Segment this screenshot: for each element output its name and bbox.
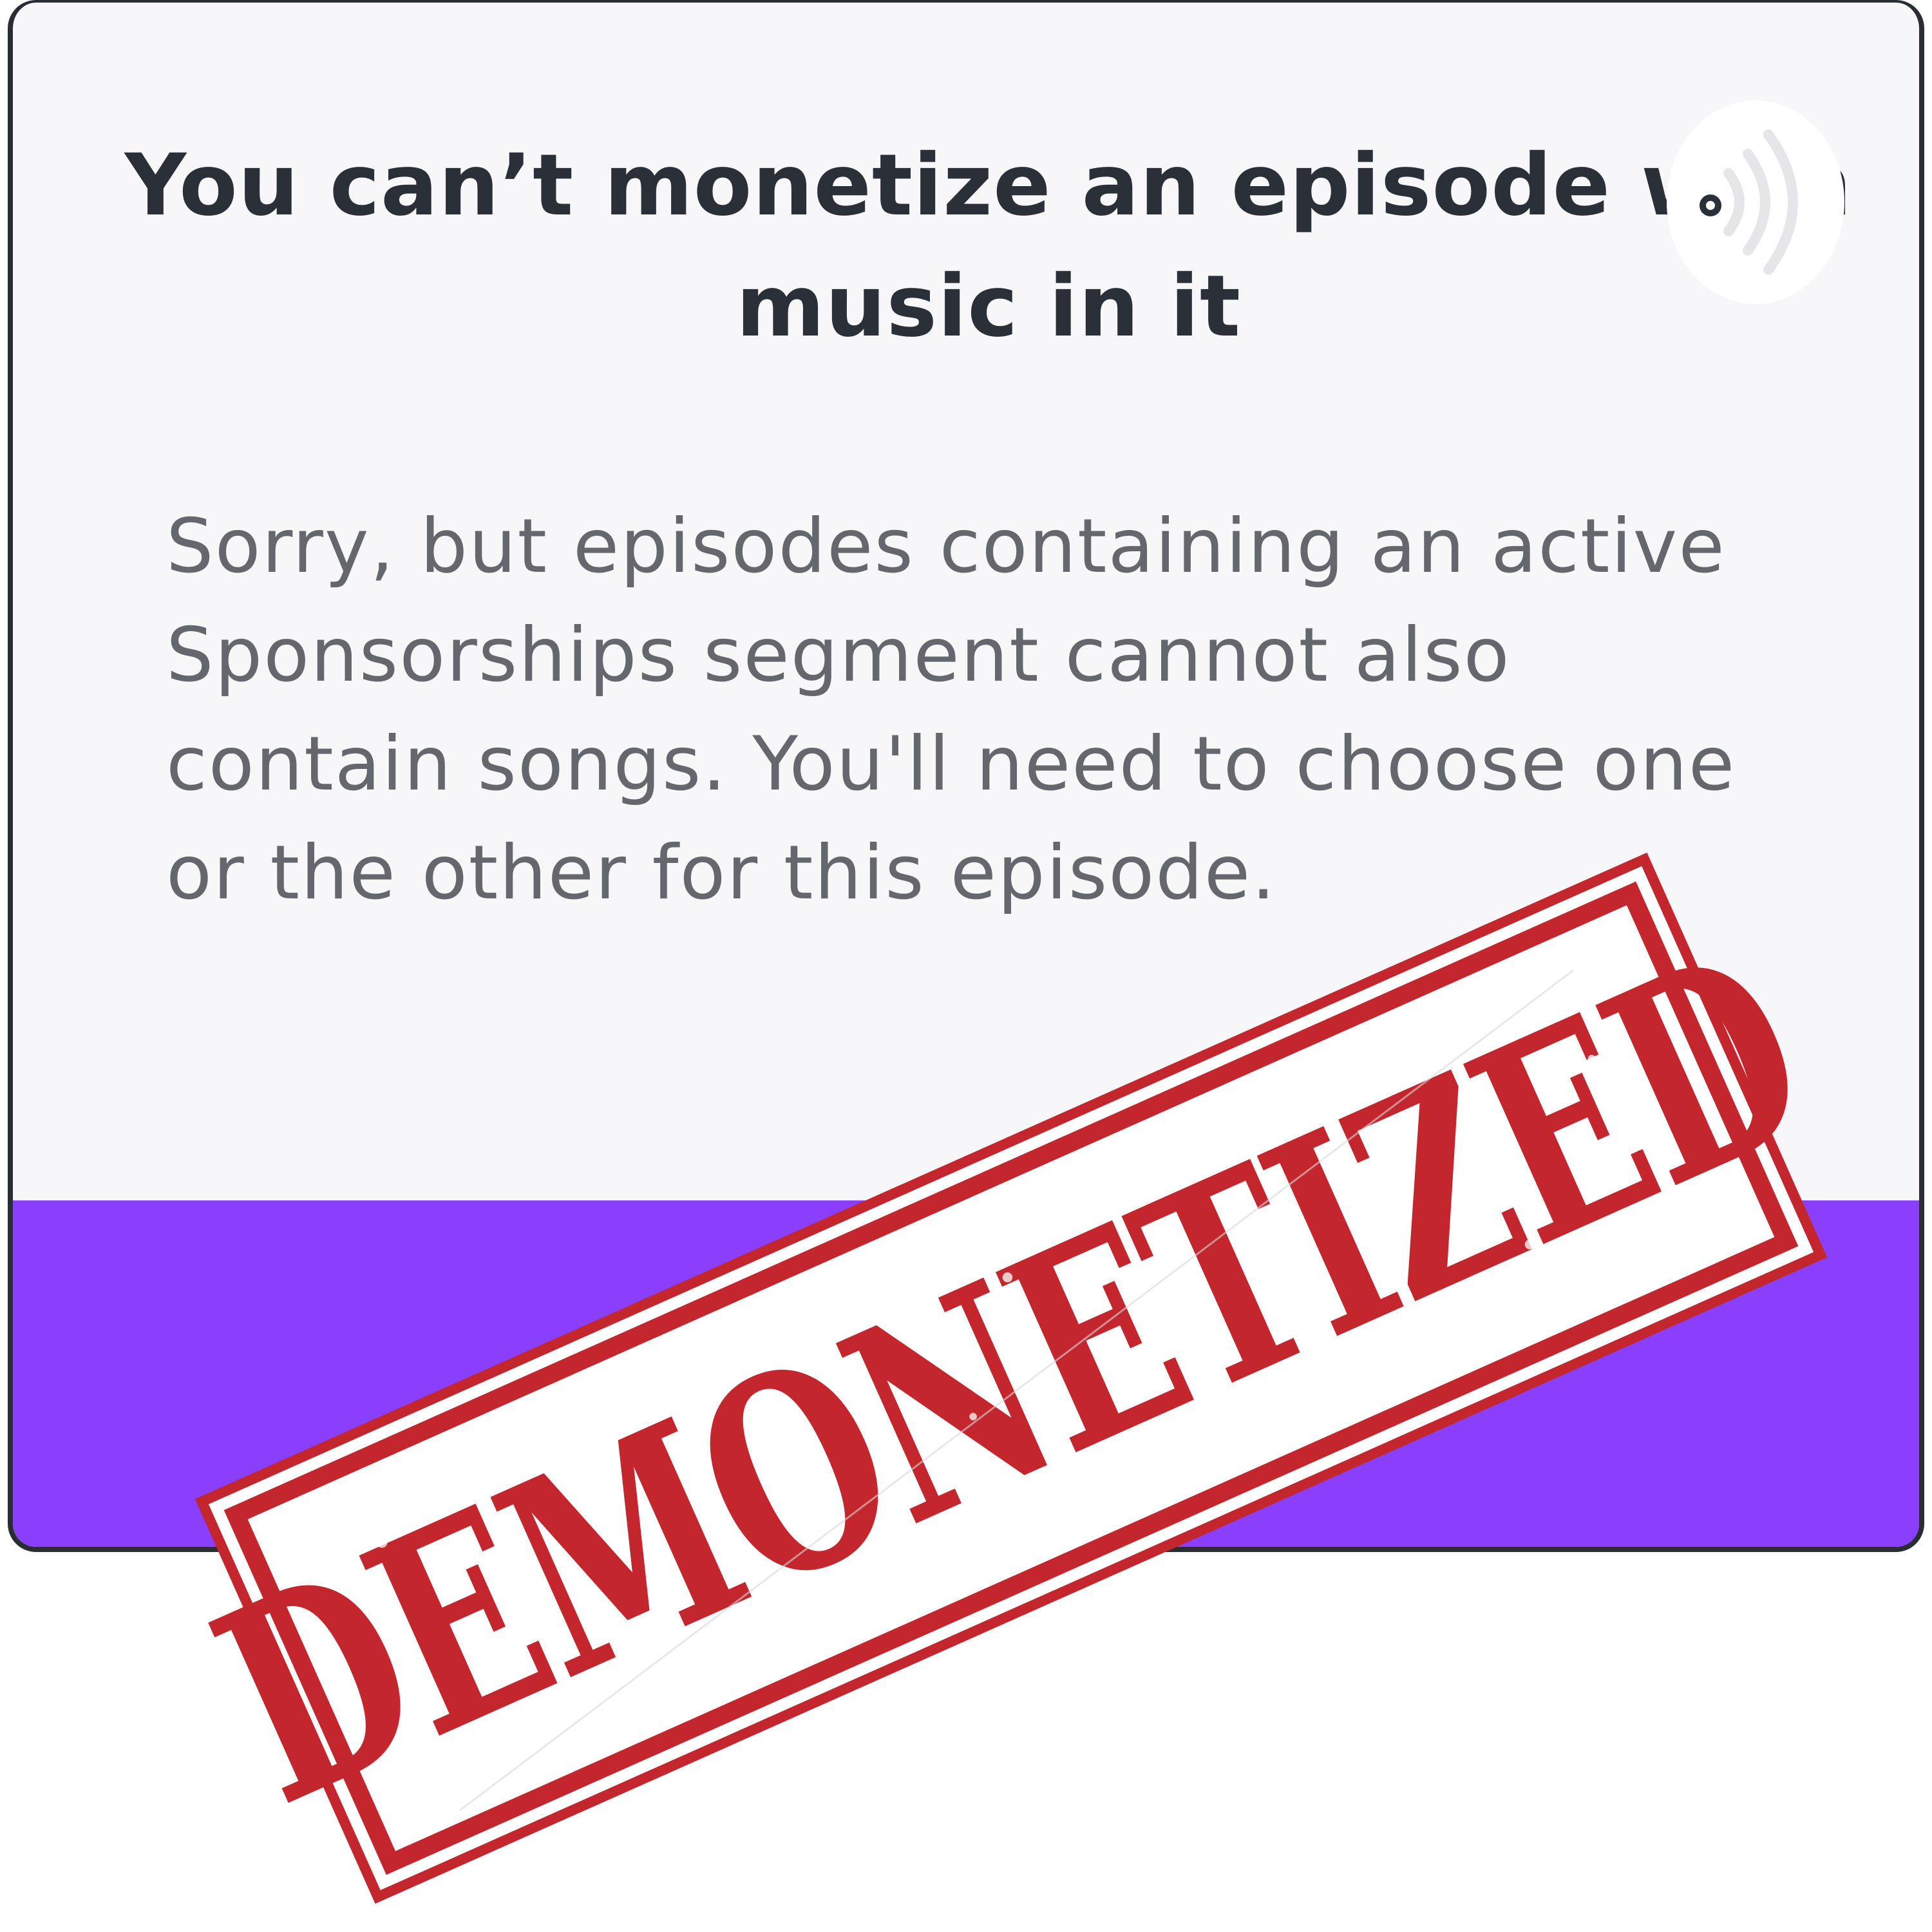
podcast-cover-art: You can’t monetize an episode with music… xyxy=(0,0,1932,1932)
podcast-broadcast-icon xyxy=(1667,100,1844,304)
dialog-title: You can’t monetize an episode with music… xyxy=(124,136,1853,356)
dialog-message: Sorry, but episodes containing an active… xyxy=(166,503,1736,916)
